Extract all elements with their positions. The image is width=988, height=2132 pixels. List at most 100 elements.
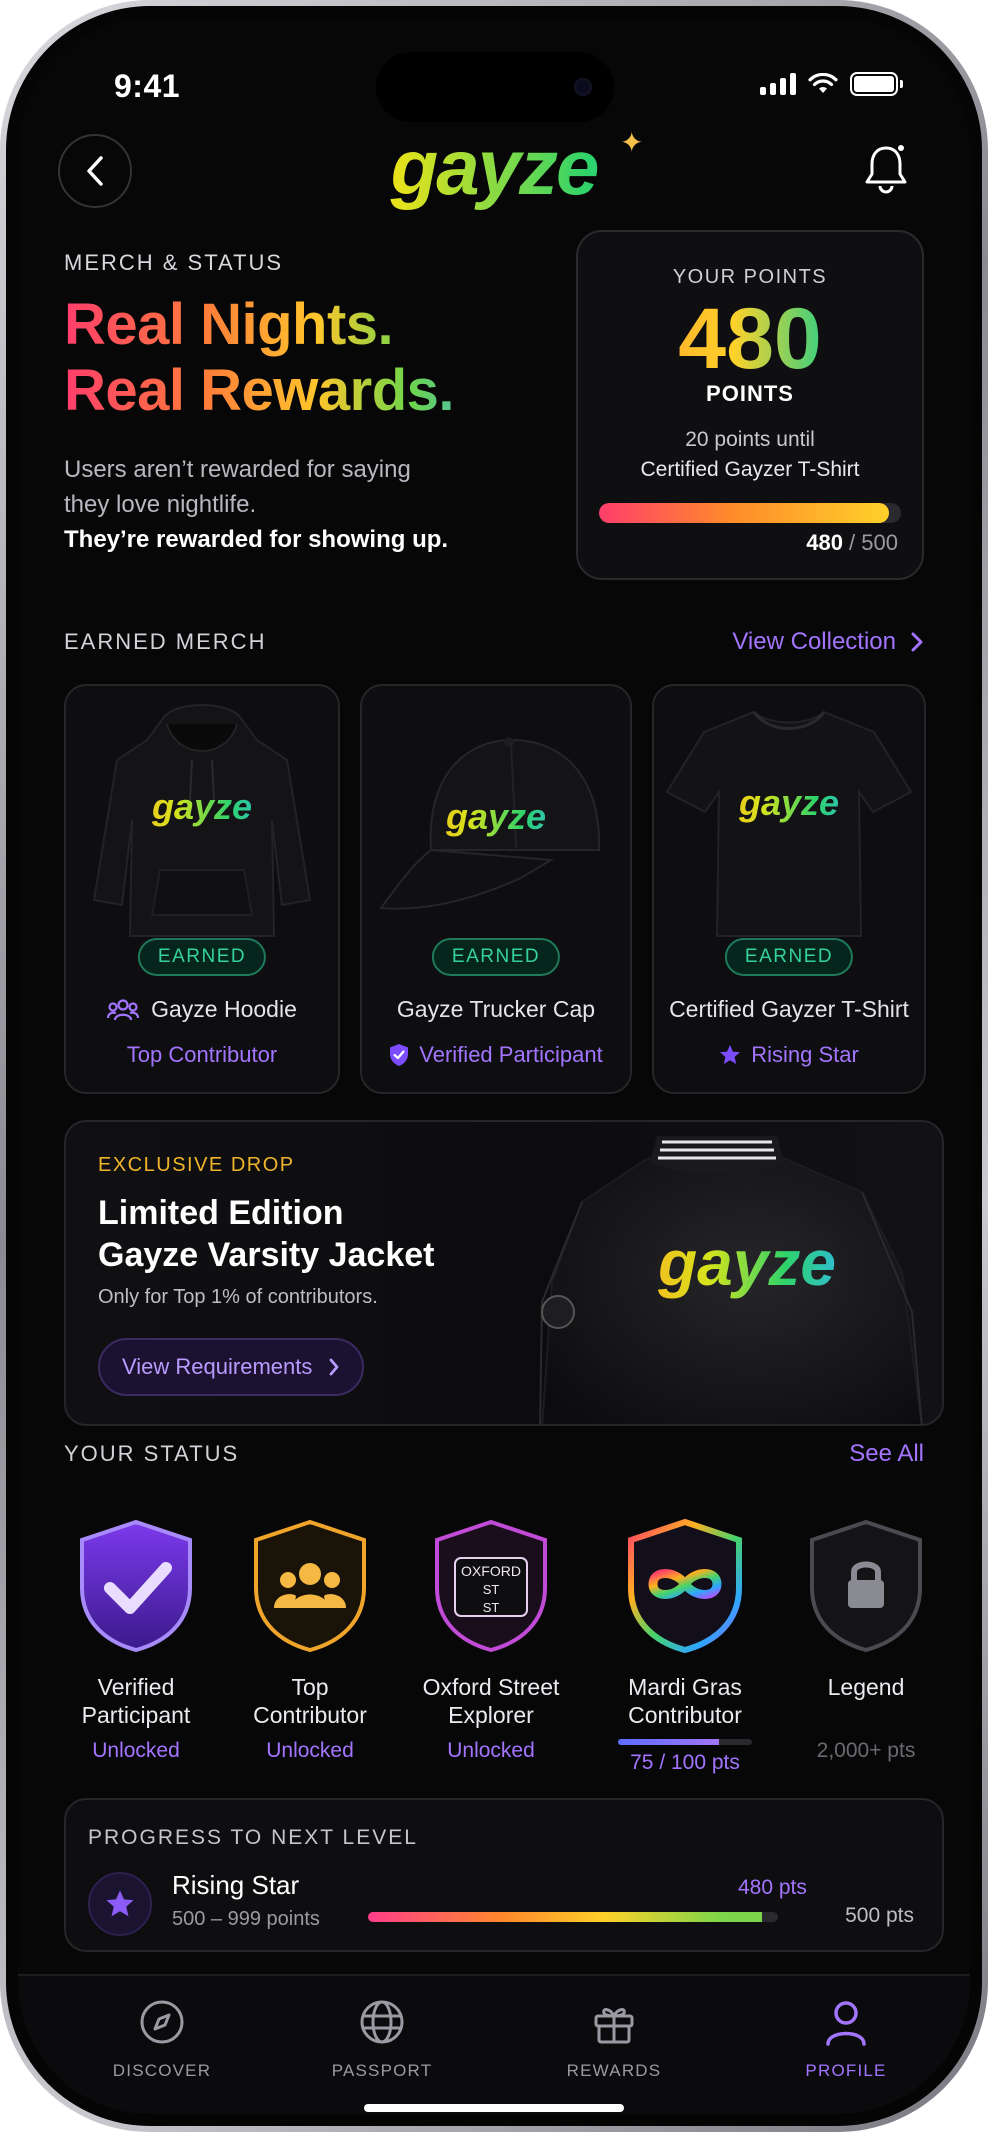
tab-label: DISCOVER [112,2061,212,2080]
hero-eyebrow: MERCH & STATUS [64,250,284,275]
dynamic-island [376,52,614,122]
next-level-target: 500 pts [845,1904,914,1927]
sign-line-3: ST [483,1600,500,1615]
badge-name-line-1: Verified [97,1674,175,1700]
status-header: YOUR STATUS See All [64,1440,924,1468]
merch-card-cap[interactable]: gayze EARNED Gayze Trucker Cap Verified … [360,684,632,1094]
status-title: YOUR STATUS [64,1441,240,1466]
points-card: YOUR POINTS 480 POINTS 20 points until C… [576,230,924,580]
badge-name: Top Contributor [222,1673,398,1729]
globe-icon [360,2000,404,2044]
hero-section: MERCH & STATUS Real Nights. Real Rewards… [64,250,524,557]
view-requirements-button[interactable]: View Requirements [98,1338,365,1396]
badge-name-line-1: Top [291,1674,329,1700]
next-level-title: PROGRESS TO NEXT LEVEL [88,1826,418,1849]
sign-line-1: OXFORD [461,1563,521,1579]
shield-check-icon [390,1044,409,1066]
badge-progress-label: 75 / 100 pts [630,1751,740,1774]
drop-title: Limited Edition Gayze Varsity Jacket [98,1192,558,1276]
badge-name-line-2: Contributor [628,1702,742,1728]
points-goal: 500 [861,530,898,555]
device-bezel: 9:41 gayze ✦ MERCH & STATUS Real Nights.… [6,6,982,2126]
chevron-right-icon [329,1358,339,1376]
view-collection-label: View Collection [732,628,896,655]
merch-tag: Rising Star [654,1042,924,1068]
battery-icon [850,72,903,96]
badge-name-line-2: Contributor [253,1702,367,1728]
view-requirements-label: View Requirements [122,1354,313,1379]
earned-badge: EARNED [431,938,561,976]
exclusive-drop-card: EXCLUSIVE DROP Limited Edition Gayze Var… [64,1120,944,1426]
merch-name: Gayze Hoodie [66,996,338,1023]
badge-mardi-gras-contributor[interactable]: Mardi Gras Contributor 75 / 100 pts [590,1518,780,1775]
next-level-range: 500 – 999 points [172,1908,320,1930]
headline-line-2: Real Rewards. [64,358,455,423]
points-progress-bar [599,503,901,523]
drop-title-line-1: Limited Edition [98,1194,344,1232]
merch-name: Certified Gayzer T-Shirt [669,996,909,1022]
next-level-progress-fill [368,1912,762,1922]
merch-tag: Top Contributor [126,1042,278,1067]
earned-merch-title: EARNED MERCH [64,629,267,654]
badge-name: Mardi Gras Contributor [590,1673,780,1729]
chevron-right-icon [911,632,923,652]
tab-profile[interactable]: PROFILE [766,1998,926,2081]
points-current: 480 [806,530,843,555]
hoodie-logo: gayze [66,786,338,828]
star-icon [720,1045,741,1064]
points-progress-fill [599,503,889,523]
hero-copy-emphasis: They’re rewarded for showing up. [64,526,449,553]
headline-line-1: Real Nights. [64,292,394,357]
badge-name-line-1: Mardi Gras [628,1674,742,1700]
merch-card-hoodie[interactable]: gayze EARNED Gayze Hoodie Top Contributo… [64,684,340,1094]
view-collection-link[interactable]: View Collection [732,628,924,656]
next-level-current: 480 pts [738,1876,807,1899]
notifications-button[interactable] [862,142,910,199]
points-until-line-2: Certified Gayzer T-Shirt [640,458,860,481]
infinity-shield-icon [628,1518,742,1654]
wifi-icon [808,73,838,93]
tab-passport[interactable]: PASSPORT [302,1998,462,2081]
drop-eyebrow: EXCLUSIVE DROP [98,1154,295,1176]
sign-line-2: ST [483,1582,500,1597]
check-shield-icon [80,1519,192,1653]
drop-title-line-2: Gayze Varsity Jacket [98,1236,435,1274]
badge-state: 2,000+ pts [816,1739,916,1762]
signal-icon [760,73,796,95]
points-count: 480 / 500 [806,530,898,556]
points-separator: / [842,530,862,555]
badge-name-line-1: Oxford Street [422,1674,560,1700]
points-value: 480 [578,293,922,385]
device-frame: 9:41 gayze ✦ MERCH & STATUS Real Nights.… [0,0,988,2132]
badge-oxford-street-explorer[interactable]: OXFORD ST ST Oxford Street Explorer Unloc… [396,1518,586,1763]
badge-top-contributor[interactable]: Top Contributor Unlocked [222,1518,398,1763]
badge-verified-participant[interactable]: Verified Participant Unlocked [48,1518,224,1763]
varsity-jacket-image: gayze [522,1122,942,1424]
merch-tag-label: Verified Participant [419,1042,603,1067]
merch-card-tshirt[interactable]: gayze EARNED Certified Gayzer T-Shirt Ri… [652,684,926,1094]
merch-tag: Verified Participant [362,1042,630,1068]
see-all-link[interactable]: See All [849,1440,924,1468]
merch-name-label: Gayze Hoodie [151,996,297,1022]
sparkle-icon: ✦ [620,127,644,158]
hero-copy: Users aren’t rewarded for saying they lo… [64,452,524,557]
tab-rewards[interactable]: REWARDS [534,1998,694,2081]
points-until-line-1: 20 points until [685,428,815,451]
hero-copy-line-1: Users aren’t rewarded for saying [64,456,411,483]
home-indicator[interactable] [364,2104,624,2112]
next-level-card: PROGRESS TO NEXT LEVEL Rising Star 500 –… [64,1798,944,1952]
tshirt-logo: gayze [654,782,924,824]
tab-label: PROFILE [805,2061,887,2080]
compass-icon [140,2000,184,2044]
badge-name: Legend [778,1673,954,1729]
tab-label: REWARDS [566,2061,662,2080]
merch-tag-label: Rising Star [751,1042,859,1067]
badge-state: Unlocked [447,1739,535,1762]
tab-discover[interactable]: DISCOVER [82,1998,242,2081]
badge-legend[interactable]: Legend 2,000+ pts [778,1518,954,1763]
merch-row: gayze EARNED Gayze Hoodie Top Contributo… [64,684,944,1094]
earned-badge: EARNED [724,938,854,976]
bell-icon [865,145,907,194]
badge-name: Oxford Street Explorer [396,1673,586,1729]
rising-star-icon [88,1872,152,1936]
